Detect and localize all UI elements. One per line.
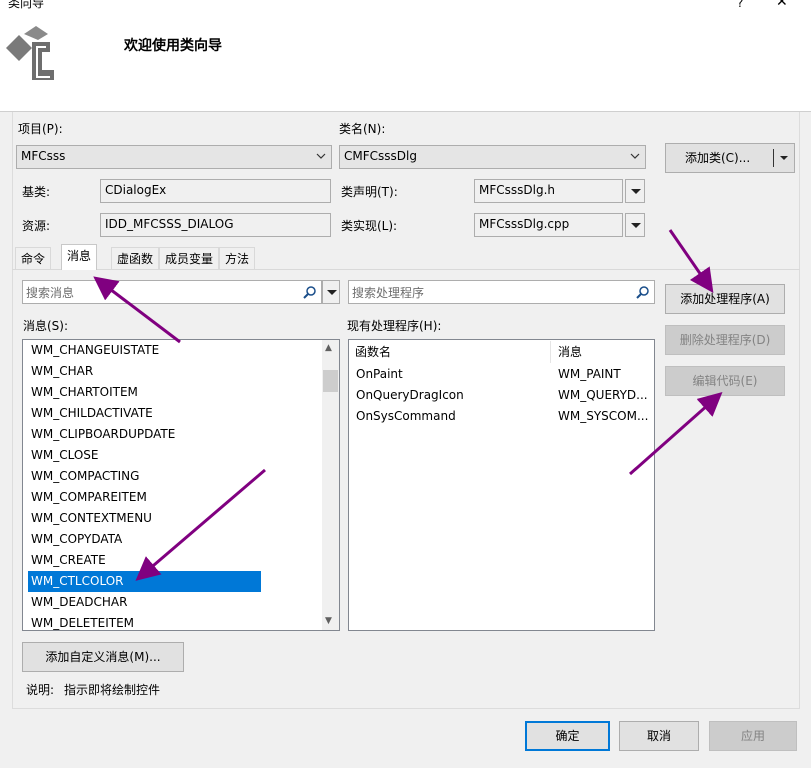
help-button[interactable]: ? [737,0,743,11]
add-class-split-button[interactable]: 添加类(C)... [665,143,795,173]
project-value: MFCsss [21,149,66,163]
class-implementation-value: MFCsssDlg.cpp [479,217,570,231]
list-item[interactable]: WM_COPYDATA [28,529,261,550]
messages-label: 消息(S): [23,319,69,333]
list-item[interactable]: WM_CHILDACTIVATE [28,403,261,424]
edit-code-button[interactable]: 编辑代码(E) [665,366,785,396]
class-name-value: CMFCsssDlg [344,149,417,163]
messages-scrollbar[interactable]: ▲ ▼ [322,340,339,630]
title-bar: 类向导 ? ✕ [0,0,811,12]
handler-function-cell[interactable]: OnPaint [356,364,551,385]
handler-function-cell[interactable]: OnQueryDragIcon [356,385,551,406]
tab-virtual-functions[interactable]: 虚函数 [111,247,160,269]
handler-message-cell[interactable]: WM_PAINT [558,364,654,385]
project-label: 项目(P): [18,122,63,136]
handler-message-cell[interactable]: WM_QUERYD... [558,385,654,406]
class-implementation-dropdown[interactable] [625,213,645,237]
class-name-label: 类名(N): [339,122,386,136]
handler-message-cell[interactable]: WM_SYSCOM... [558,406,654,427]
description-label: 说明: [26,683,55,697]
base-class-label: 基类: [22,185,51,199]
list-item[interactable]: WM_CHANGEUISTATE [28,340,261,361]
scrollbar-thumb[interactable] [323,370,338,392]
scroll-up-icon[interactable]: ▲ [325,343,332,353]
column-header-function-name[interactable]: 函数名 [349,341,551,363]
search-icon[interactable] [636,285,650,299]
handler-function-cell[interactable]: OnSysCommand [356,406,551,427]
handlers-listview[interactable]: 函数名 消息 OnPaint WM_PAINT OnQueryDragIcon … [348,339,655,631]
tab-member-variables[interactable]: 成员变量 [159,247,220,269]
wizard-title: 欢迎使用类向导 [124,38,222,54]
class-name-combobox[interactable]: CMFCsssDlg [339,145,646,169]
caret-down-icon [631,223,641,228]
list-item[interactable]: WM_DEADCHAR [28,592,261,613]
list-item[interactable]: WM_CONTEXTMENU [28,508,261,529]
list-item[interactable]: WM_CHARTOITEM [28,382,261,403]
apply-button[interactable]: 应用 [709,721,797,751]
description-text: 指示即将绘制控件 [64,683,161,697]
close-button[interactable]: ✕ [776,0,788,10]
list-item[interactable]: WM_CREATE [28,550,261,571]
class-implementation-label: 类实现(L): [341,219,398,233]
tab-messages[interactable]: 消息 [61,244,98,270]
base-class-field: CDialogEx [100,179,331,203]
tab-commands[interactable]: 命令 [15,247,52,269]
window-title: 类向导 [8,0,45,10]
wizard-header [0,12,811,112]
chevron-down-icon [316,153,326,159]
class-declaration-dropdown[interactable] [625,179,645,203]
search-handlers-placeholder: 搜索处理程序 [352,286,425,300]
search-icon[interactable] [303,285,317,299]
add-custom-message-button[interactable]: 添加自定义消息(M)... [22,642,184,672]
list-item[interactable]: WM_CHAR [28,361,261,382]
scroll-down-icon[interactable]: ▼ [325,616,332,626]
resource-label: 资源: [22,219,51,233]
tab-methods[interactable]: 方法 [219,247,256,269]
search-handlers-input[interactable]: 搜索处理程序 [348,280,655,304]
chevron-down-icon [630,153,640,159]
project-combobox[interactable]: MFCsss [16,145,332,169]
tab-divider [12,269,800,270]
class-implementation-field: MFCsssDlg.cpp [474,213,623,237]
caret-down-icon [327,290,337,295]
add-class-button[interactable]: 添加类(C)... [685,144,750,172]
ok-button[interactable]: 确定 [525,721,610,751]
list-item[interactable]: WM_COMPACTING [28,466,261,487]
list-item[interactable]: WM_CLOSE [28,445,261,466]
messages-listbox[interactable]: WM_CHANGEUISTATE WM_CHAR WM_CHARTOITEM W… [22,339,340,631]
class-declaration-field: MFCsssDlg.h [474,179,623,203]
list-item[interactable]: WM_DELETEITEM [28,613,261,630]
resource-field: IDD_MFCSSS_DIALOG [100,213,331,237]
class-wizard-logo-icon [6,26,54,80]
base-class-value: CDialogEx [105,183,167,197]
column-header-message[interactable]: 消息 [552,341,654,363]
handlers-label: 现有处理程序(H): [347,319,442,333]
class-declaration-label: 类声明(T): [341,185,398,199]
search-messages-options[interactable] [322,280,340,304]
list-item[interactable]: WM_CLIPBOARDUPDATE [28,424,261,445]
dropdown-arrow-icon[interactable] [780,156,788,160]
class-declaration-value: MFCsssDlg.h [479,183,556,197]
split-divider [773,149,774,167]
search-messages-placeholder: 搜索消息 [26,286,75,300]
delete-handler-button[interactable]: 删除处理程序(D) [665,325,785,355]
cancel-button[interactable]: 取消 [619,721,699,751]
caret-down-icon [631,189,641,194]
list-item-selected[interactable]: WM_CTLCOLOR [28,571,261,592]
search-messages-input[interactable]: 搜索消息 [22,280,322,304]
resource-value: IDD_MFCSSS_DIALOG [105,217,234,231]
list-item[interactable]: WM_COMPAREITEM [28,487,261,508]
add-handler-button[interactable]: 添加处理程序(A) [665,284,785,314]
